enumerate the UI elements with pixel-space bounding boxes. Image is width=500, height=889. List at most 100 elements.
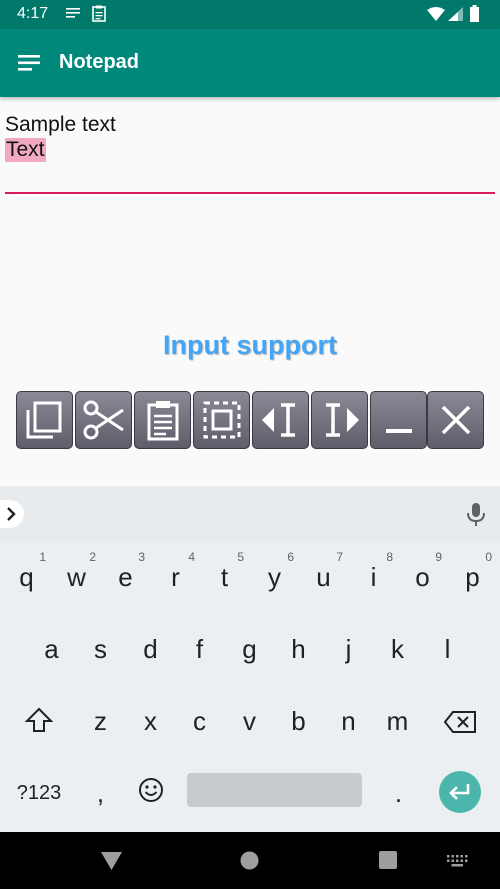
- key-label: q: [19, 562, 34, 592]
- space-key[interactable]: [187, 773, 362, 807]
- close-icon: [441, 405, 470, 435]
- key-e[interactable]: 3e: [101, 542, 150, 608]
- editor-selected-text: Text: [5, 138, 46, 162]
- status-time: 4:17: [17, 5, 49, 22]
- key-label: x: [144, 706, 157, 736]
- key-x[interactable]: x: [126, 686, 175, 752]
- input-support-title: Input support: [163, 330, 337, 360]
- key-label: p: [465, 562, 480, 592]
- key-label: u: [316, 562, 331, 592]
- comma-key[interactable]: ,: [76, 758, 125, 824]
- cut-button[interactable]: [75, 391, 132, 449]
- key-u[interactable]: 7u: [299, 542, 348, 608]
- key-label: j: [345, 634, 352, 664]
- editor-line-1: Sample text: [5, 113, 116, 136]
- key-label: y: [268, 562, 281, 592]
- paste-button[interactable]: [134, 391, 191, 449]
- key-w[interactable]: 2w: [52, 542, 101, 608]
- emoji-icon: [139, 778, 163, 802]
- emoji-key[interactable]: [126, 758, 175, 824]
- keyboard-switch-icon[interactable]: [446, 854, 468, 868]
- note-text-field[interactable]: Sample text Text: [5, 112, 495, 194]
- space-button[interactable]: [370, 391, 427, 449]
- key-label: r: [171, 562, 180, 592]
- copy-button[interactable]: [16, 391, 73, 449]
- key-n[interactable]: n: [324, 686, 373, 752]
- keyboard-suggestion-strip: [0, 486, 500, 542]
- key-label: g: [242, 634, 257, 664]
- key-y[interactable]: 6y: [250, 542, 299, 608]
- key-k[interactable]: k: [373, 614, 422, 680]
- key-p[interactable]: 0p: [448, 542, 497, 608]
- paste-icon: [147, 401, 178, 441]
- symbols-key[interactable]: ?123: [10, 758, 68, 824]
- key-m[interactable]: m: [373, 686, 422, 752]
- key-label: f: [195, 634, 204, 664]
- key-label: w: [67, 562, 86, 592]
- key-f[interactable]: f: [175, 614, 224, 680]
- key-label: ?123: [16, 782, 62, 804]
- key-o[interactable]: 9o: [398, 542, 447, 608]
- key-label: d: [143, 634, 158, 664]
- wifi-icon: [427, 7, 445, 21]
- period-key[interactable]: .: [374, 758, 423, 824]
- space-icon: [385, 429, 412, 433]
- app-title: Notepad: [59, 51, 139, 73]
- status-bar: 4:17: [0, 0, 500, 29]
- key-d[interactable]: d: [126, 614, 175, 680]
- cursor-right-button[interactable]: [311, 391, 368, 449]
- key-label: k: [391, 634, 404, 664]
- key-l[interactable]: l: [423, 614, 472, 680]
- key-s[interactable]: s: [76, 614, 125, 680]
- key-z[interactable]: z: [76, 686, 125, 752]
- soft-keyboard: 1q 2w 3e 4r 5t 6y 7u 8i 9o 0p a s d f g …: [0, 486, 500, 832]
- key-t[interactable]: 5t: [200, 542, 249, 608]
- shift-key[interactable]: [14, 686, 64, 752]
- backspace-key[interactable]: [434, 686, 486, 752]
- cut-icon: [83, 400, 124, 440]
- clipboard-icon: [92, 5, 106, 22]
- key-q[interactable]: 1q: [2, 542, 51, 608]
- backspace-icon: [444, 711, 476, 733]
- key-label: l: [444, 634, 451, 664]
- navigation-bar: [0, 832, 500, 889]
- enter-key[interactable]: [439, 771, 481, 813]
- select-all-button[interactable]: [193, 391, 250, 449]
- copy-icon: [26, 401, 61, 439]
- key-label: c: [193, 706, 206, 736]
- key-label: s: [94, 634, 107, 664]
- cursor-right-icon: [325, 403, 359, 437]
- key-label: h: [291, 634, 306, 664]
- menu-icon[interactable]: [14, 49, 44, 77]
- key-label: b: [291, 706, 306, 736]
- signal-icon: [448, 7, 463, 21]
- enter-icon: [449, 784, 470, 800]
- key-r[interactable]: 4r: [151, 542, 200, 608]
- key-label: o: [415, 562, 430, 592]
- key-i[interactable]: 8i: [349, 542, 398, 608]
- home-icon[interactable]: [240, 851, 259, 870]
- key-label: n: [341, 706, 356, 736]
- key-label: v: [243, 706, 256, 736]
- key-c[interactable]: c: [175, 686, 224, 752]
- key-b[interactable]: b: [274, 686, 323, 752]
- close-button[interactable]: [427, 391, 484, 449]
- key-v[interactable]: v: [225, 686, 274, 752]
- key-label: e: [118, 562, 133, 592]
- key-label: a: [44, 634, 59, 664]
- key-j[interactable]: j: [324, 614, 373, 680]
- back-icon[interactable]: [101, 852, 122, 870]
- cursor-left-button[interactable]: [252, 391, 309, 449]
- cursor-left-icon: [261, 403, 295, 437]
- key-g[interactable]: g: [225, 614, 274, 680]
- app-bar: Notepad: [0, 29, 500, 97]
- key-h[interactable]: h: [274, 614, 323, 680]
- key-label: t: [220, 562, 229, 592]
- recents-icon[interactable]: [379, 851, 397, 869]
- keyboard-menu-button[interactable]: [0, 500, 24, 528]
- key-label: i: [370, 562, 377, 592]
- key-a[interactable]: a: [27, 614, 76, 680]
- select-all-icon: [203, 401, 240, 439]
- mic-icon[interactable]: [465, 500, 487, 528]
- key-label: m: [386, 706, 409, 736]
